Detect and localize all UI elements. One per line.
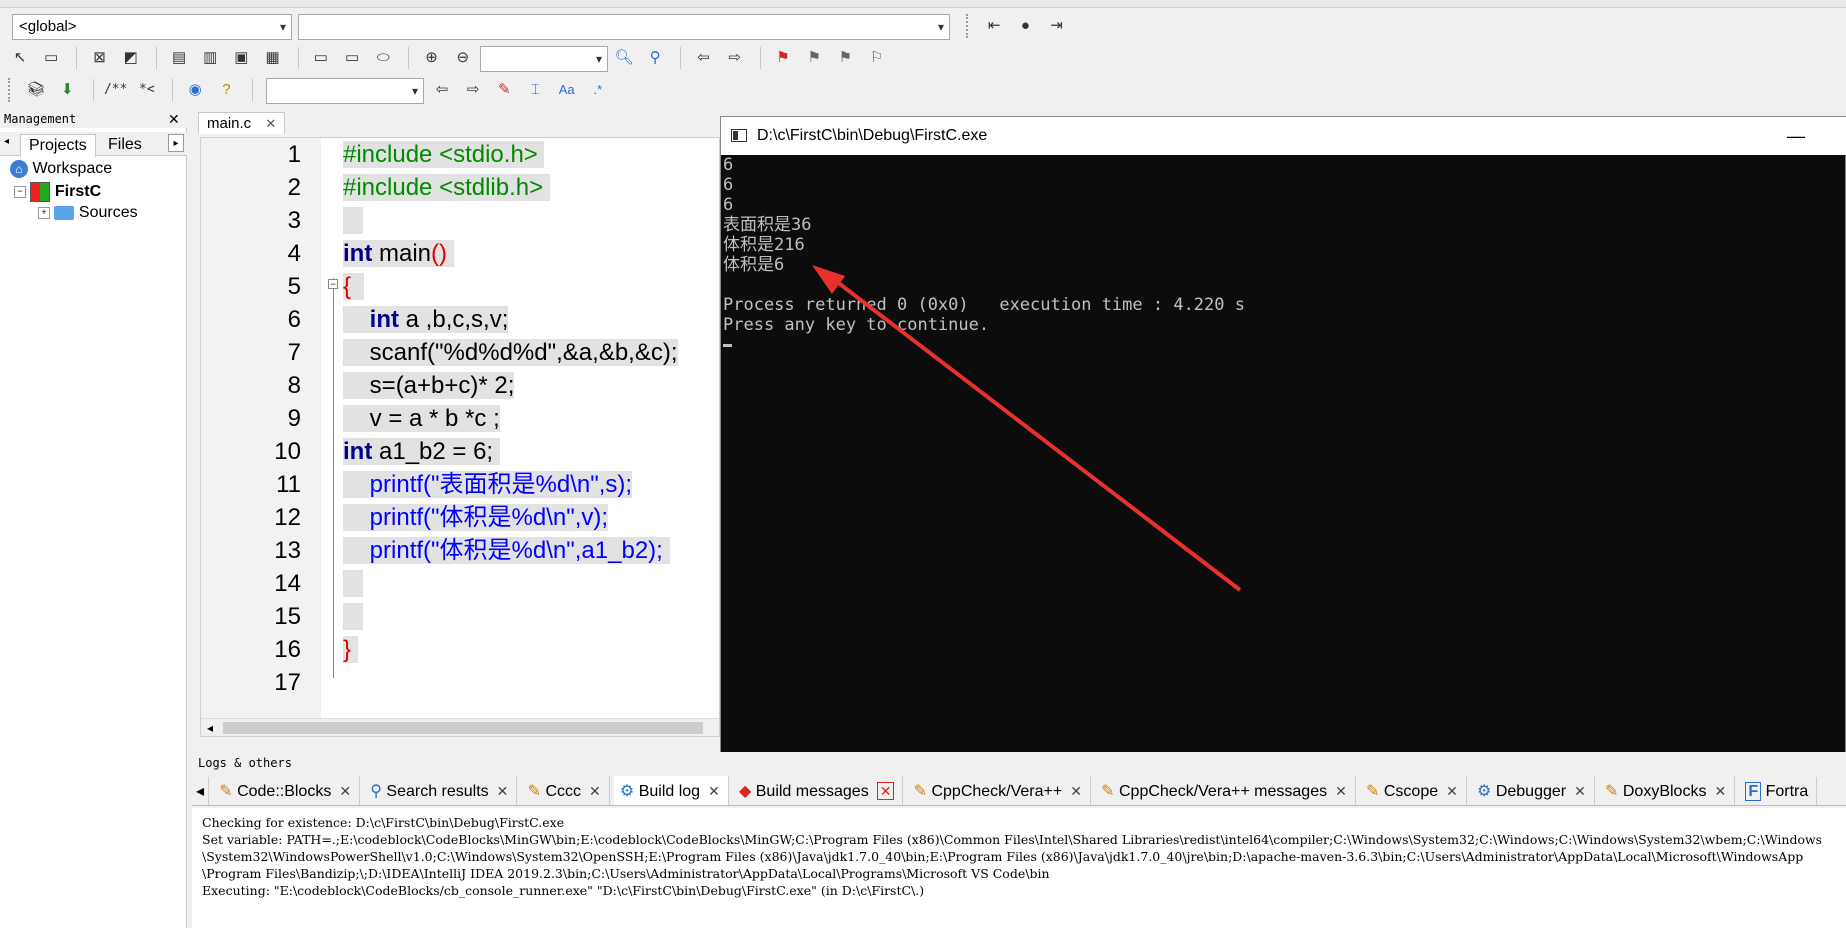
tab-scroll-left-icon[interactable]: ◂ <box>192 777 210 805</box>
close-icon[interactable]: ✕ <box>1070 783 1082 799</box>
logs-title: Logs & others <box>198 756 292 770</box>
log-line: \System32\WindowsPowerShell\v1.0;C:\Wind… <box>202 849 1804 864</box>
arrow-head <box>812 265 845 294</box>
page-icon: ✎ <box>1101 783 1115 800</box>
gear-icon: ⚙ <box>619 783 635 800</box>
log-line: Checking for existence: D:\c\FirstC\bin\… <box>202 815 565 830</box>
tab-build-messages[interactable]: ◆ Build messages ✕ <box>733 776 904 805</box>
close-icon[interactable]: ✕ <box>1714 783 1726 799</box>
logs-tabs: ◂ ✎ Code::Blocks ✕ ⚲ Search results ✕ ✎ Cc… <box>192 776 1846 806</box>
log-line: Set variable: PATH=.;E:\codeblock\CodeBl… <box>202 832 1823 847</box>
page-icon: ✎ <box>913 783 928 800</box>
tab-fortran[interactable]: F Fortra <box>1739 777 1818 805</box>
page-icon: ✎ <box>1605 783 1619 800</box>
build-log-output: Checking for existence: D:\c\FirstC\bin\… <box>192 808 1846 928</box>
tab-cscope[interactable]: ✎ Cscope ✕ <box>1360 776 1467 805</box>
close-icon[interactable]: ✕ <box>589 783 601 799</box>
tab-doxyblocks[interactable]: ✎ DoxyBlocks ✕ <box>1599 776 1736 805</box>
tab-debugger[interactable]: ⚙ Debugger ✕ <box>1471 776 1595 805</box>
tab-search-results[interactable]: ⚲ Search results ✕ <box>364 776 518 805</box>
tab-cppcheck[interactable]: ✎ CppCheck/Vera++ ✕ <box>908 776 1091 805</box>
tab-codeblocks[interactable]: ✎ Code::Blocks ✕ <box>213 776 361 805</box>
close-icon[interactable]: ✕ <box>876 782 895 800</box>
gear-icon: ⚙ <box>1477 783 1492 800</box>
logs-panel: Logs & others ◂ ✎ Code::Blocks ✕ ⚲ Search… <box>192 752 1846 928</box>
close-icon[interactable]: ✕ <box>339 783 351 799</box>
tab-build-log[interactable]: ⚙ Build log ✕ <box>613 776 729 805</box>
fortran-icon: F <box>1745 782 1762 801</box>
close-icon[interactable]: ✕ <box>1574 783 1586 799</box>
arrow-shaft <box>830 276 1242 592</box>
close-icon[interactable]: ✕ <box>708 783 720 799</box>
close-icon[interactable]: ✕ <box>1335 783 1347 799</box>
close-icon[interactable]: ✕ <box>1446 783 1458 799</box>
build-messages-icon: ◆ <box>738 783 752 800</box>
tab-cccc[interactable]: ✎ Cccc ✕ <box>522 776 610 805</box>
close-icon[interactable]: ✕ <box>497 783 509 799</box>
log-line: \Program Files\Bandizip;\;D:\IDEA\Intell… <box>202 866 1050 881</box>
page-icon: ✎ <box>1366 783 1380 800</box>
page-icon: ✎ <box>219 783 233 800</box>
search-icon: ⚲ <box>370 783 382 800</box>
log-line: Executing: "E:\codeblock\CodeBlocks/cb_c… <box>202 883 925 898</box>
page-icon: ✎ <box>527 783 541 800</box>
tab-cppcheck-messages[interactable]: ✎ CppCheck/Vera++ messages ✕ <box>1095 776 1356 805</box>
